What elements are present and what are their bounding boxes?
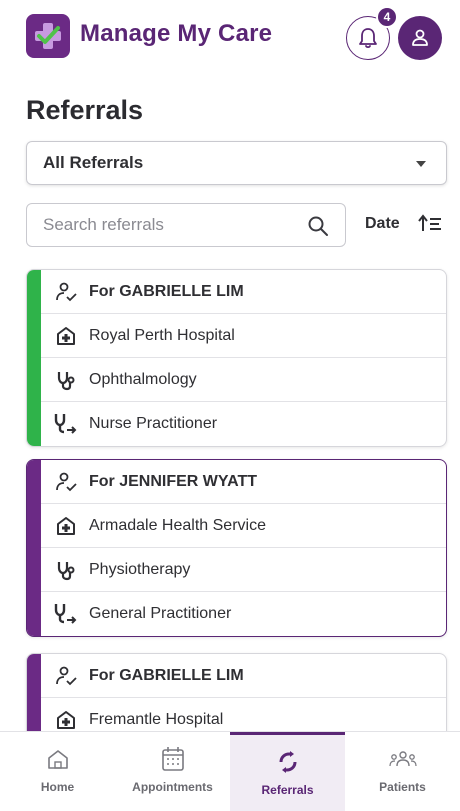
referral-specialty-row: Ophthalmology (41, 358, 446, 402)
search-icon[interactable] (307, 215, 329, 237)
app-logo (26, 14, 70, 58)
referral-patient-row: For GABRIELLE LIM (41, 270, 446, 314)
sort-order-icon[interactable] (418, 213, 442, 235)
referral-referrer: General Practitioner (89, 605, 232, 622)
referral-facility: Fremantle Hospital (89, 711, 224, 728)
user-icon (412, 29, 428, 46)
referral-referrer-row: General Practitioner (41, 592, 446, 636)
search-field[interactable] (26, 203, 346, 247)
nav-item-appointments[interactable]: Appointments (115, 732, 230, 811)
referral-icon (277, 747, 299, 777)
referral-filter-select[interactable]: All Referrals (26, 141, 447, 185)
referral-filter-value: All Referrals (43, 153, 144, 172)
referral-card[interactable]: For JENNIFER WYATT Armadale Health Servi… (26, 459, 447, 637)
notification-count-badge: 4 (376, 6, 398, 28)
referral-specialty: Ophthalmology (89, 370, 197, 388)
person-check-icon (53, 279, 79, 305)
referral-patient-row: For GABRIELLE LIM (41, 654, 446, 698)
patients-icon (388, 744, 417, 774)
hospital-icon (53, 323, 79, 349)
referral-facility: Armadale Health Service (89, 516, 266, 534)
hospital-icon (53, 707, 79, 733)
stethoscope-arrow-icon (53, 411, 79, 437)
bottom-navigation: Home Appointments Referrals Patients (0, 731, 460, 811)
hospital-icon (53, 513, 79, 539)
stethoscope-icon (53, 367, 79, 393)
referral-patient-name: For JENNIFER WYATT (89, 472, 258, 490)
nav-label: Home (40, 780, 75, 794)
page-title: Referrals (26, 95, 144, 125)
referral-status-bar (27, 460, 41, 636)
referral-patient-row: For JENNIFER WYATT (41, 460, 446, 504)
profile-button[interactable] (398, 16, 442, 60)
stethoscope-arrow-icon (53, 601, 79, 627)
app-title: Manage My Care (80, 20, 273, 47)
person-check-icon (53, 663, 79, 689)
referral-patient-name: For GABRIELLE LIM (89, 282, 244, 300)
referral-referrer: Nurse Practitioner (89, 415, 218, 432)
nav-item-home[interactable]: Home (0, 732, 115, 811)
caret-down-icon (416, 161, 426, 167)
referral-specialty-row: Physiotherapy (41, 548, 446, 592)
nav-item-patients[interactable]: Patients (345, 732, 460, 811)
calendar-icon (161, 744, 185, 774)
person-check-icon (53, 469, 79, 495)
bell-icon (359, 28, 377, 49)
home-icon (46, 744, 70, 774)
nav-item-referrals[interactable]: Referrals (230, 732, 345, 811)
referral-facility-row: Armadale Health Service (41, 504, 446, 548)
nav-label: Patients (379, 780, 426, 794)
search-input[interactable] (43, 215, 283, 235)
referral-specialty: Physiotherapy (89, 560, 191, 578)
referral-card[interactable]: For GABRIELLE LIM Royal Perth Hospital O… (26, 269, 447, 447)
referral-status-bar (27, 270, 41, 446)
referral-facility-row: Royal Perth Hospital (41, 314, 446, 358)
cross-check-icon (35, 23, 61, 49)
sort-by-date-label[interactable]: Date (365, 215, 400, 233)
referral-patient-name: For GABRIELLE LIM (89, 666, 244, 684)
referral-referrer-row: Nurse Practitioner (41, 402, 446, 446)
stethoscope-icon (53, 557, 79, 583)
nav-label: Appointments (132, 780, 213, 794)
app-header: Manage My Care 4 (0, 0, 460, 72)
referral-facility: Royal Perth Hospital (89, 326, 235, 344)
nav-label: Referrals (261, 783, 314, 797)
